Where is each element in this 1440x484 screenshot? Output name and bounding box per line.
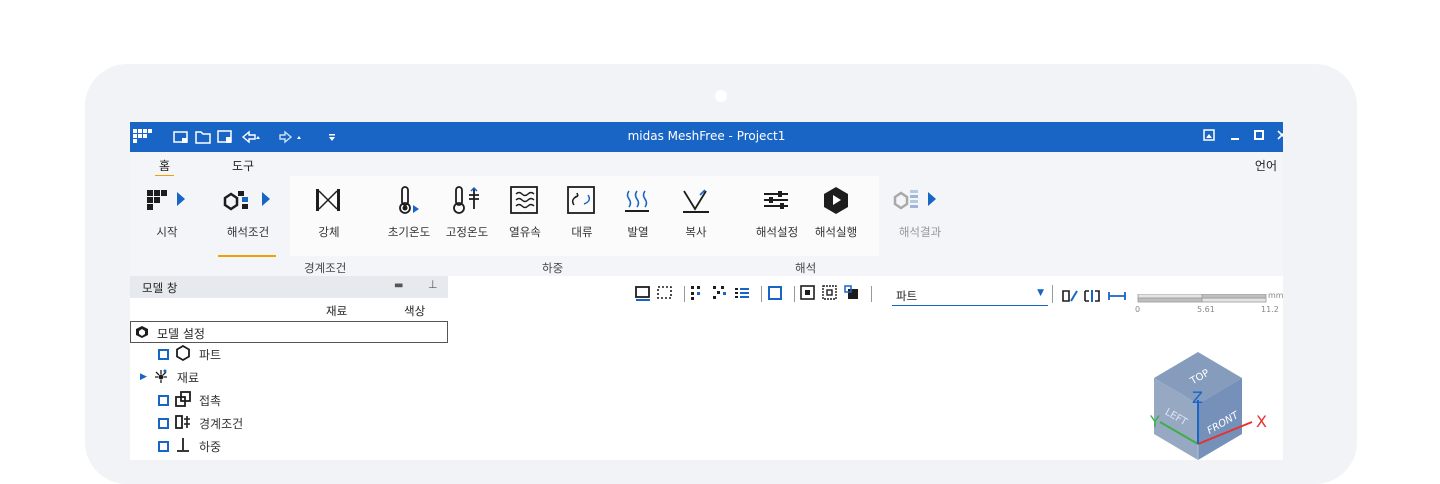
analysis-results-icon [890,180,950,220]
analysis-settings-button[interactable]: 해석설정 [750,180,804,260]
tree-item-material[interactable]: ▶ 재료 [140,366,199,388]
run-analysis-icon [808,180,864,220]
window-title: midas MeshFree - Project1 [627,129,786,143]
scale-tick-max: 11.2 [1261,305,1279,314]
panel-pin-icon[interactable]: ⊥ [428,278,438,291]
tree-item-contact[interactable]: 접촉 [158,389,221,411]
rigid-body-icon [306,180,352,220]
model-panel-columns: 재료 색상 [130,298,448,320]
ribbon-tab-bar: 홈 도구 언어 [130,152,1283,177]
axis-y-label: Y [1150,412,1160,431]
model-panel: 모델 창 ▬ ⊥ 재료 색상 모델 설정 파트 ▶ 재료 접촉 경계조건 하중 [130,276,448,460]
clip-view-icon[interactable] [1083,288,1101,307]
minimize-icon[interactable] [1226,128,1244,146]
section-view-icon[interactable] [1061,288,1079,307]
heat-flux-icon [502,180,548,220]
toolbar-separator [794,286,795,302]
zoom-previous-icon[interactable] [844,284,860,304]
active-tool-underline [218,255,276,257]
heat-generation-button[interactable]: 발열 [616,180,660,260]
boundary-checkbox[interactable] [158,417,169,429]
chevron-down-icon: ▼ [1037,288,1044,298]
boundary-icon [175,414,191,433]
run-analysis-button[interactable]: 해석실행 [808,180,864,260]
group-label-load: 하중 [542,261,564,275]
measure-icon[interactable] [1107,288,1127,307]
model-panel-title: 모델 창 [142,281,178,295]
tree-item-load[interactable]: 하중 [158,435,221,457]
tree-item-boundary[interactable]: 경계조건 [158,412,243,434]
ribbon: 시작 해석조건 강체 초기온도 고정온도 열유속 대류 발열 복사 해석설정 해… [130,176,1283,276]
column-header-material: 재료 [326,304,348,318]
view-frame-icon[interactable] [767,285,783,304]
load-checkbox[interactable] [158,440,169,452]
panel-minimize-icon[interactable]: ▬ [394,280,403,291]
analysis-condition-button[interactable]: 해석조건 [220,180,276,260]
viewport-toolbar [635,282,877,306]
radiation-icon [674,180,718,220]
part-checkbox[interactable] [158,348,169,360]
heat-generation-icon [616,180,660,220]
convection-button[interactable]: 대류 [560,180,604,260]
scale-tick-mid: 5.61 [1197,305,1215,314]
app-window: midas MeshFree - Project1 홈 도구 언어 시작 해석조… [130,122,1283,460]
convection-icon [560,180,604,220]
title-bar: midas MeshFree - Project1 [130,122,1283,152]
tab-tools[interactable]: 도구 [232,157,254,174]
scale-tick-0: 0 [1135,305,1141,314]
maximize-icon[interactable] [1250,128,1268,146]
device-camera [715,90,727,102]
group-label-analysis: 해석 [795,261,817,275]
toolbar-separator [1052,285,1053,303]
expand-arrow-icon[interactable]: ▶ [140,372,147,382]
toolbar-separator [871,286,872,302]
fixed-temperature-icon [440,180,494,220]
cube-icon [135,325,149,342]
view-cube-graphic [1154,352,1253,460]
rigid-body-button[interactable]: 강체 [306,180,352,260]
list-icon[interactable] [734,285,750,304]
column-header-color: 색상 [404,304,426,318]
select-dashed-icon[interactable] [657,285,673,304]
select-box-icon[interactable] [635,285,651,304]
element-select-icon[interactable] [712,285,728,304]
zoom-fit-icon[interactable] [800,284,816,304]
close-icon[interactable] [1273,128,1283,146]
zoom-window-icon[interactable] [822,284,838,304]
start-button[interactable]: 시작 [144,180,190,260]
load-icon [175,437,191,456]
initial-temperature-button[interactable]: 초기온도 [382,180,436,260]
analysis-condition-icon [220,180,276,220]
toolbar-separator [684,286,685,302]
radiation-button[interactable]: 복사 [674,180,718,260]
thermometer-icon [382,180,436,220]
view-cube[interactable]: TOP FRONT LEFT X Y Z [1146,348,1283,460]
axis-z-label: Z [1192,388,1203,407]
tree-item-part[interactable]: 파트 [158,343,221,365]
tree-root-model-settings[interactable]: 모델 설정 [130,321,448,343]
group-label-boundary: 경계조건 [304,261,347,275]
model-panel-header: 모델 창 ▬ ⊥ [130,276,448,298]
node-select-icon[interactable] [690,285,706,304]
fixed-temperature-button[interactable]: 고정온도 [440,180,494,260]
axis-x-label: X [1256,412,1267,431]
material-icon [153,368,169,387]
tab-home[interactable]: 홈 [154,157,175,177]
analysis-results-button[interactable]: 해석결과 [890,180,950,260]
restore-icon[interactable] [1200,128,1218,146]
language-menu[interactable]: 언어 [1255,157,1277,174]
display-mode-dropdown[interactable]: 파트 ▼ [892,286,1048,306]
scale-unit: mm [1268,291,1283,300]
contact-icon [175,390,191,410]
contact-checkbox[interactable] [158,394,169,406]
heat-flux-button[interactable]: 열유속 [502,180,548,260]
settings-sliders-icon [750,180,804,220]
hexagon-icon [175,344,191,364]
scale-bar: mm 0 5.61 11.2 [1135,291,1283,322]
start-icon [144,180,190,220]
toolbar-separator [761,286,762,302]
